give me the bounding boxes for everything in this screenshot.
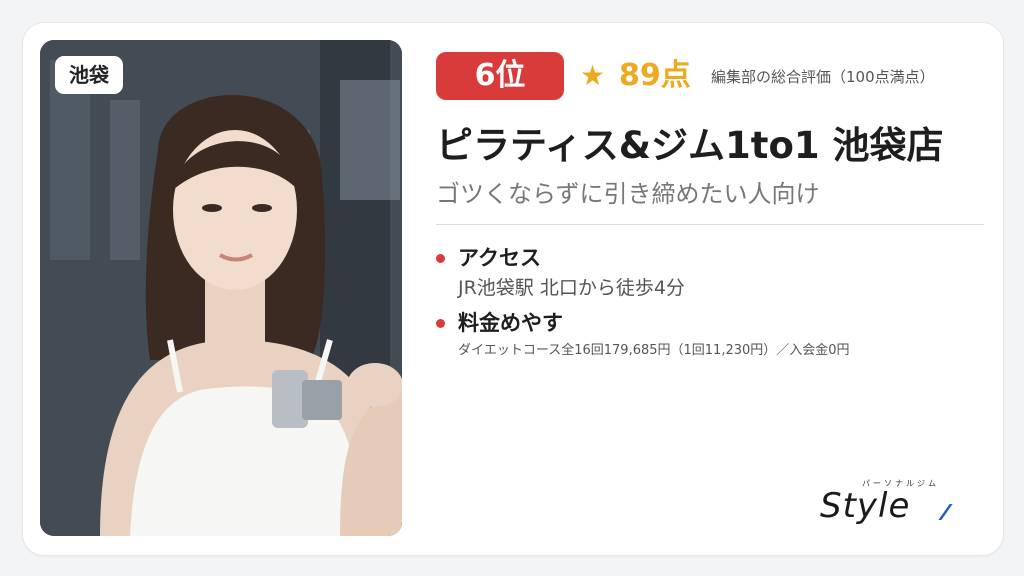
price-value: ダイエットコース全16回179,685円（1回11,230円）／入会金0円 — [458, 343, 850, 358]
divider — [436, 224, 984, 225]
score: 89点 — [619, 58, 691, 93]
gym-tagline: ゴツくならずに引き締めたい人向け — [436, 180, 820, 208]
gym-photo — [40, 40, 402, 536]
price-bullet-icon — [436, 319, 445, 328]
woman-with-dumbbell-image — [40, 40, 402, 536]
area-tag: 池袋 — [55, 56, 123, 94]
logo-wordmark: Style — [820, 486, 911, 526]
score-note: 編集部の総合評価（100点満点） — [711, 68, 935, 86]
star-icon: ★ — [580, 59, 606, 92]
access-bullet-icon — [436, 254, 445, 263]
style-logo: パーソナルジム Style — [820, 478, 970, 530]
access-value: JR池袋駅 北口から徒歩4分 — [458, 277, 685, 299]
gym-name: ピラティス&ジム1to1 池袋店 — [436, 124, 944, 167]
logo-slash-icon — [938, 504, 953, 520]
price-label: 料金めやす — [458, 311, 563, 335]
rank-badge: 6位 — [436, 52, 564, 100]
access-label: アクセス — [458, 246, 541, 270]
